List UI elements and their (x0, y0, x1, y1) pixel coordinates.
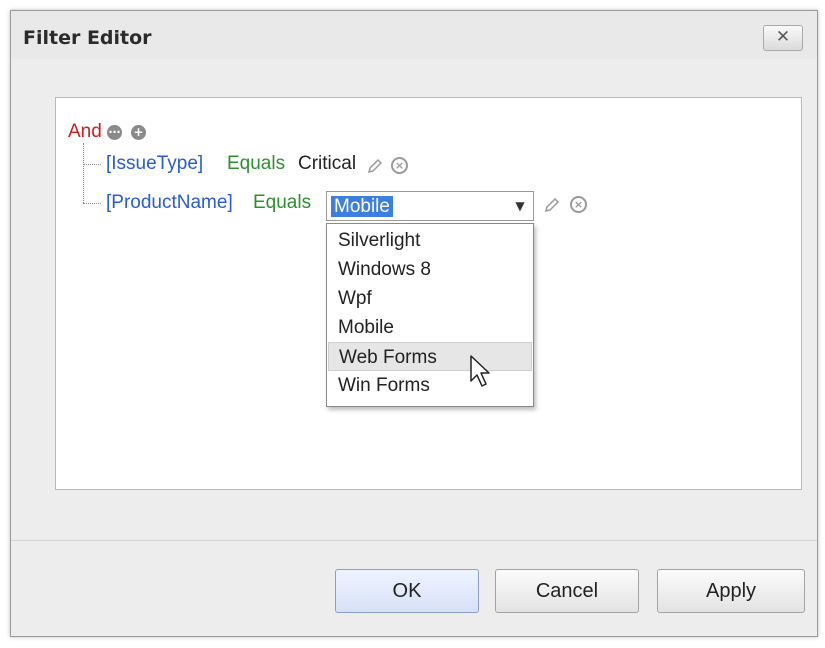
list-item-wpf[interactable]: Wpf (328, 284, 532, 313)
condition-1-value[interactable]: Critical (298, 153, 356, 175)
value-dropdown-list: Silverlight Windows 8 Wpf Mobile Web For… (326, 223, 534, 407)
condition-2-operator[interactable]: Equals (253, 192, 311, 214)
group-operator-and[interactable]: And (68, 121, 102, 143)
window-title: Filter Editor (23, 27, 152, 49)
combo-selected-text[interactable]: Mobile (331, 196, 393, 217)
remove-condition-icon[interactable]: × (570, 196, 587, 213)
plus-circle-icon[interactable]: + (131, 125, 146, 140)
tree-line-branch-2 (83, 203, 101, 204)
chevron-down-icon[interactable]: ▼ (507, 192, 533, 220)
cancel-button[interactable]: Cancel (495, 569, 639, 613)
list-item-win-forms[interactable]: Win Forms (328, 371, 532, 400)
apply-button[interactable]: Apply (657, 569, 805, 613)
tree-line-branch-1 (83, 164, 101, 165)
ok-button[interactable]: OK (335, 569, 479, 613)
footer-divider (11, 540, 817, 541)
close-icon: ✕ (775, 27, 791, 47)
edit-pencil-icon[interactable] (366, 157, 384, 175)
remove-condition-icon[interactable]: × (391, 157, 408, 174)
edit-pencil-icon[interactable] (543, 196, 561, 214)
mouse-pointer-icon (470, 355, 490, 387)
list-item-silverlight[interactable]: Silverlight (328, 226, 532, 255)
list-item-windows-8[interactable]: Windows 8 (328, 255, 532, 284)
close-button[interactable]: ✕ (763, 25, 803, 51)
list-item-mobile[interactable]: Mobile (328, 313, 532, 342)
tree-line-vertical (83, 143, 84, 203)
list-item-web-forms[interactable]: Web Forms (328, 342, 532, 371)
title-bar[interactable]: Filter Editor ✕ (11, 11, 817, 59)
condition-2-field[interactable]: [ProductName] (106, 192, 233, 214)
condition-1-operator[interactable]: Equals (227, 153, 285, 175)
ellipsis-circle-icon[interactable]: ⋯ (107, 125, 122, 140)
filter-editor-window: Filter Editor ✕ And ⋯ + [IssueType] Equa… (10, 10, 818, 637)
condition-1-field[interactable]: [IssueType] (106, 153, 203, 175)
value-combo-box[interactable]: Mobile ▼ (326, 191, 534, 221)
